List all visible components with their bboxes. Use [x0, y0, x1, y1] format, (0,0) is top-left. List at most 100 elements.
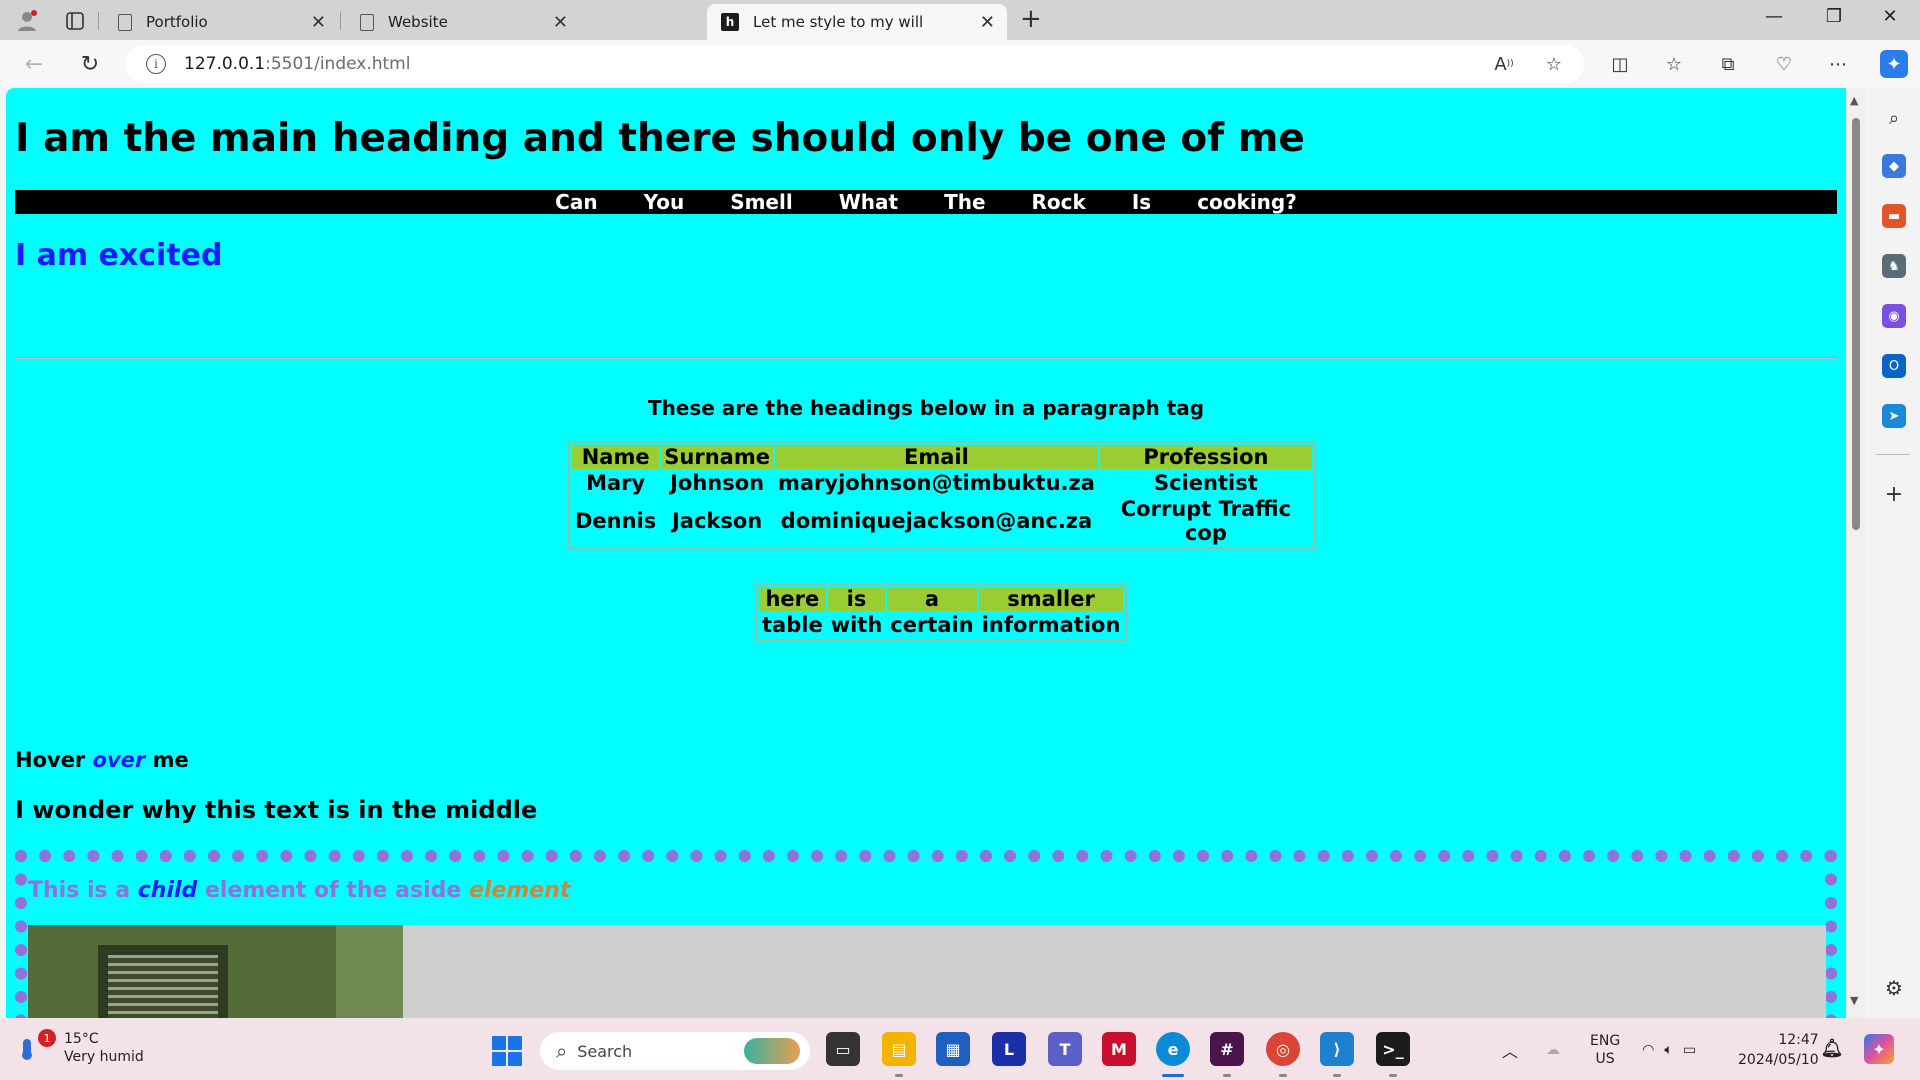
tab-let-me-style[interactable]: h Let me style to my will ✕: [707, 4, 1007, 40]
file-explorer-icon[interactable]: ▤: [882, 1032, 916, 1066]
table-header: Profession: [1099, 445, 1312, 469]
windows-taskbar: 1 15°C Very humid ⌕ Search ▭ ▤ ▦ L T M e…: [0, 1018, 1920, 1080]
split-screen-icon[interactable]: ◫: [1606, 50, 1634, 78]
read-aloud-icon[interactable]: A)): [1490, 50, 1518, 78]
nav-link-what[interactable]: What: [816, 190, 921, 214]
add-sidebar-app-icon[interactable]: +: [1882, 482, 1906, 507]
clock-date: 2024/05/10: [1738, 1052, 1819, 1068]
paragraph-heading: These are the headings below in a paragr…: [647, 396, 1205, 420]
address-bar[interactable]: i 127.0.0.1:5501/index.html: [126, 45, 1584, 83]
nav-link-the[interactable]: The: [921, 190, 1008, 214]
search-placeholder: Search: [577, 1041, 633, 1061]
volume-muted-icon[interactable]: 🔈︎: [1664, 1042, 1672, 1058]
tab-title: Website: [388, 13, 448, 31]
terminal-icon[interactable]: >_: [1376, 1032, 1410, 1066]
refresh-button[interactable]: ↻: [74, 48, 106, 80]
table-header: smaller: [978, 587, 1124, 611]
table-cell: Johnson: [670, 471, 765, 495]
battery-icon[interactable]: ▭: [1683, 1042, 1696, 1058]
profile-icon[interactable]: [12, 6, 42, 36]
main-heading: I am the main heading and there should o…: [15, 116, 1305, 161]
main-nav: Can You Smell What The Rock Is cooking?: [15, 190, 1837, 214]
table-header: is: [827, 587, 886, 611]
nav-link-you[interactable]: You: [621, 190, 708, 214]
scroll-down-arrow[interactable]: ▼: [1850, 994, 1858, 1007]
notifications-bell-icon[interactable]: 🔔︎: [1820, 1036, 1844, 1060]
microsoft-store-icon[interactable]: ▦: [936, 1032, 970, 1066]
copilot-taskbar-icon[interactable]: ✦: [1864, 1034, 1894, 1064]
close-tab-icon[interactable]: ✕: [980, 12, 995, 33]
people-table: Name Surname Email Profession Mary Johns…: [568, 441, 1316, 549]
nav-link-is[interactable]: Is: [1109, 190, 1174, 214]
vscode-icon[interactable]: ⟩: [1320, 1032, 1354, 1066]
nav-link-cooking[interactable]: cooking?: [1174, 190, 1320, 214]
taskbar-search[interactable]: ⌕ Search: [540, 1032, 810, 1070]
favorite-star-icon[interactable]: ☆: [1540, 50, 1568, 78]
new-tab-button[interactable]: +: [1020, 4, 1042, 34]
teams-icon[interactable]: T: [1048, 1032, 1082, 1066]
tab-portfolio[interactable]: Portfolio ✕: [104, 4, 338, 40]
horizontal-rule: [15, 357, 1837, 359]
search-highlight-icon: [744, 1038, 800, 1064]
tab-actions-icon[interactable]: [60, 6, 90, 36]
table-cell: with: [830, 613, 883, 637]
table-row: Mary Johnson maryjohnson@timbuktu.za Sci…: [572, 471, 1312, 495]
search-icon[interactable]: ⌕: [1882, 106, 1906, 130]
scroll-thumb[interactable]: [1852, 118, 1860, 530]
close-tab-icon[interactable]: ✕: [311, 12, 326, 33]
nav-link-smell[interactable]: Smell: [707, 190, 816, 214]
back-button[interactable]: ←: [18, 48, 50, 80]
tools-briefcase-icon[interactable]: ▬: [1882, 204, 1906, 228]
hover-text[interactable]: Hover over me: [15, 748, 189, 772]
mcafee-icon[interactable]: M: [1102, 1032, 1136, 1066]
browser-essentials-icon[interactable]: ♡: [1770, 50, 1798, 78]
microsoft-365-icon[interactable]: ◉: [1882, 304, 1906, 328]
scroll-up-arrow[interactable]: ▲: [1850, 94, 1858, 107]
close-tab-icon[interactable]: ✕: [553, 12, 568, 33]
nav-link-can[interactable]: Can: [532, 190, 620, 214]
language-indicator[interactable]: ENG US: [1590, 1032, 1620, 1068]
close-window-button[interactable]: ✕: [1870, 6, 1910, 27]
slack-icon[interactable]: #: [1210, 1032, 1244, 1066]
aside-section: This is a child element of the aside ele…: [15, 850, 1837, 1018]
tab-website[interactable]: Website ✕: [346, 4, 580, 40]
table-cell: Jackson: [671, 509, 763, 533]
task-view-icon[interactable]: ▭: [826, 1032, 860, 1066]
edge-sidebar: ⌕ ◆ ▬ ♞ ◉ O ➤ + ⚙: [1866, 88, 1920, 1018]
aside-child-text: This is a child element of the aside ele…: [28, 878, 571, 903]
show-hidden-icons-chevron-icon[interactable]: ︿: [1502, 1038, 1518, 1062]
copilot-icon[interactable]: ✦: [1880, 50, 1908, 78]
chrome-icon[interactable]: ◎: [1266, 1032, 1300, 1066]
start-button[interactable]: [492, 1036, 522, 1066]
favorites-icon[interactable]: ☆: [1660, 50, 1688, 78]
table-header-row: Name Surname Email Profession: [572, 445, 1312, 469]
table-cell: Corrupt Traffic cop: [1120, 497, 1292, 545]
collections-icon[interactable]: ⧉: [1714, 50, 1742, 78]
table-row: Dennis Jackson dominiquejackson@anc.za C…: [572, 497, 1312, 545]
restore-button[interactable]: ❐: [1814, 6, 1854, 27]
sidebar-settings-gear-icon[interactable]: ⚙: [1882, 976, 1906, 1000]
minimize-button[interactable]: —: [1754, 6, 1794, 27]
table-row: table with certain information: [759, 613, 1123, 637]
wifi-icon[interactable]: ◠: [1642, 1042, 1654, 1058]
games-chess-icon[interactable]: ♞: [1882, 254, 1906, 278]
table-cell: Dennis: [575, 509, 657, 533]
site-favicon: h: [721, 13, 739, 31]
nav-link-rock[interactable]: Rock: [1009, 190, 1109, 214]
browser-tab-bar: Portfolio ✕ Website ✕ h Let me style to …: [0, 0, 1920, 40]
more-menu-icon[interactable]: ⋯: [1824, 50, 1852, 78]
table-header: here: [759, 587, 826, 611]
weather-widget[interactable]: 1 15°C Very humid: [20, 1029, 144, 1066]
shopping-tag-icon[interactable]: ◆: [1882, 154, 1906, 178]
site-info-icon[interactable]: i: [146, 54, 166, 74]
cloud-icon[interactable]: ☁: [1546, 1042, 1560, 1058]
l-app-icon[interactable]: L: [992, 1032, 1026, 1066]
send-icon[interactable]: ➤: [1882, 404, 1906, 428]
outlook-icon[interactable]: O: [1882, 354, 1906, 378]
edge-icon[interactable]: e: [1156, 1032, 1190, 1066]
small-table: here is a smaller table with certain inf…: [755, 583, 1128, 641]
tab-title: Let me style to my will: [753, 13, 924, 31]
clock[interactable]: 12:47 2024/05/10: [1738, 1030, 1819, 1070]
page-viewport: I am the main heading and there should o…: [6, 88, 1846, 1018]
page-scrollbar[interactable]: ▲ ▼: [1846, 88, 1866, 1018]
